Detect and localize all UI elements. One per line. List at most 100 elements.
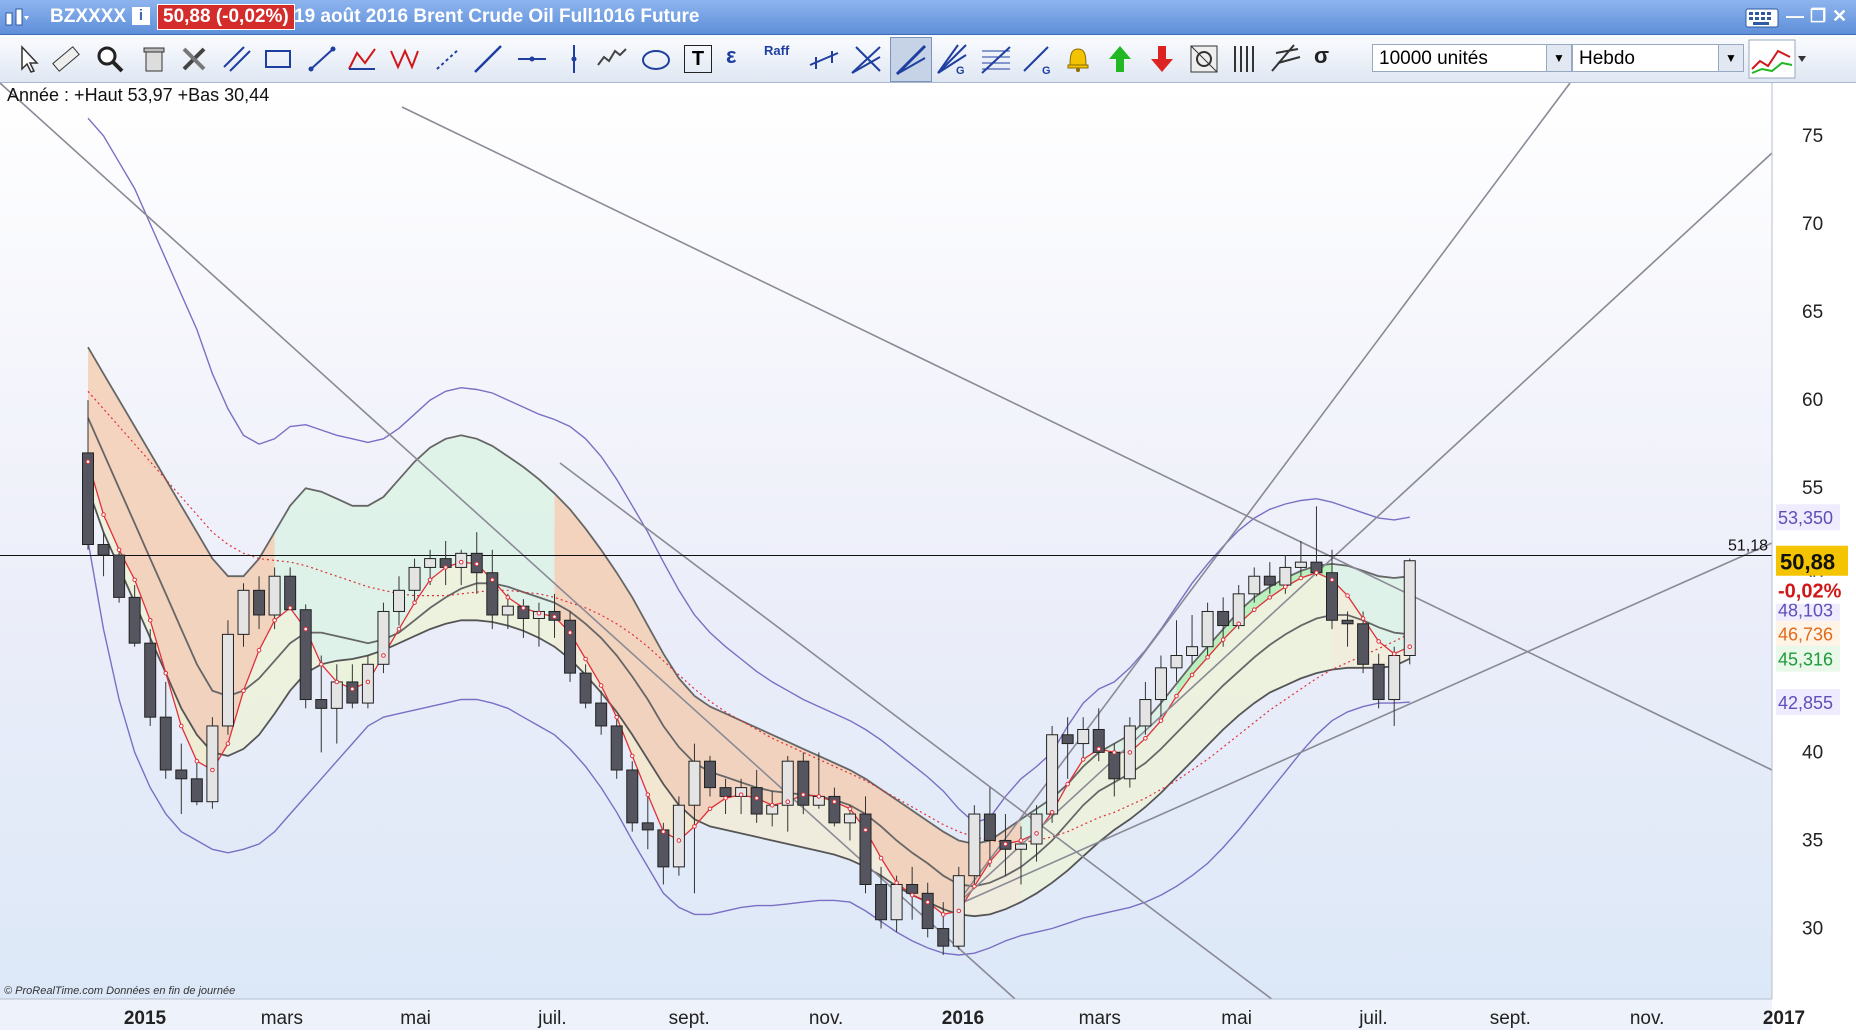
gann-angle-icon[interactable]: G (1022, 43, 1054, 75)
candle-body[interactable] (346, 681, 359, 704)
candle-body[interactable] (393, 589, 405, 612)
raff-channel-icon[interactable]: Raff (764, 43, 804, 75)
gann-grid-icon[interactable] (980, 43, 1012, 75)
andrews-pitchfork-icon[interactable] (1270, 43, 1302, 75)
candle-body[interactable] (82, 452, 94, 546)
measure-icon[interactable] (808, 43, 840, 75)
restore-icon[interactable]: ❐ (1810, 6, 1826, 27)
candle-body[interactable] (284, 575, 297, 611)
candle-body[interactable] (501, 605, 514, 616)
candle-body[interactable] (1201, 610, 1214, 648)
candle-body[interactable] (175, 769, 188, 780)
zigzag-icon[interactable] (346, 43, 378, 75)
minimize-icon[interactable]: — (1786, 6, 1804, 27)
fibonacci-fan-icon[interactable]: ε (726, 43, 758, 75)
candle-body[interactable] (1030, 813, 1043, 845)
candle-body[interactable] (657, 829, 670, 868)
candle-body[interactable] (1154, 667, 1167, 701)
candle-body[interactable] (983, 813, 996, 841)
candle-body[interactable] (797, 760, 810, 806)
candle-body[interactable] (1217, 610, 1230, 627)
candle-body[interactable] (1388, 655, 1401, 701)
candle-body[interactable] (315, 699, 328, 709)
candle-body[interactable] (1170, 655, 1183, 669)
candle-body[interactable] (875, 884, 888, 921)
candle-body[interactable] (408, 566, 421, 591)
candle-body[interactable] (268, 575, 281, 616)
parallel-lines-icon[interactable] (220, 43, 252, 75)
candle-body[interactable] (1015, 843, 1027, 850)
ruler-icon[interactable] (50, 43, 82, 75)
candle-body[interactable] (128, 596, 141, 644)
candle-body[interactable] (890, 884, 903, 921)
zoom-icon[interactable] (94, 43, 126, 75)
candle-body[interactable] (1186, 646, 1199, 657)
candle-body[interactable] (190, 778, 203, 803)
active-tool-highlight[interactable] (890, 37, 932, 82)
candle-body[interactable] (1357, 623, 1370, 665)
candle-body[interactable] (1077, 728, 1090, 745)
candle-body[interactable] (921, 892, 934, 930)
candle-body[interactable] (1263, 575, 1276, 586)
info-icon[interactable]: i (132, 7, 150, 25)
candle-body[interactable] (704, 760, 716, 789)
std-dev-channel-icon[interactable]: σ (1314, 43, 1346, 75)
alert-bell-icon[interactable] (1062, 43, 1094, 75)
candle-body[interactable] (1294, 561, 1307, 568)
trendline-icon[interactable] (472, 43, 504, 75)
candle-body[interactable] (968, 813, 981, 877)
candle-body[interactable] (1061, 734, 1074, 745)
chart-canvas[interactable]: 51,183035404550556065707553,35048,10346,… (0, 82, 1856, 1035)
buy-arrow-icon[interactable] (1104, 43, 1136, 75)
screener-icon[interactable] (1188, 43, 1220, 75)
candle-body[interactable] (221, 633, 234, 727)
candle-body[interactable] (641, 822, 654, 831)
candle-body[interactable] (595, 702, 608, 727)
candle-body[interactable] (1139, 699, 1152, 727)
candle-body[interactable] (144, 642, 157, 718)
candle-body[interactable] (906, 884, 919, 894)
candle-body[interactable] (299, 609, 312, 701)
candle-body[interactable] (859, 813, 872, 885)
candle-body[interactable] (564, 619, 577, 674)
candle-body[interactable] (781, 760, 794, 806)
candle-body[interactable] (672, 804, 685, 868)
candle-body[interactable] (843, 813, 856, 824)
candle-body[interactable] (330, 681, 343, 709)
pointer-icon[interactable] (12, 43, 44, 75)
candle-body[interactable] (424, 558, 437, 568)
candle-body[interactable] (1341, 619, 1354, 625)
price-chart[interactable]: 51,183035404550556065707553,35048,10346,… (0, 82, 1856, 1035)
tools-icon[interactable] (178, 43, 210, 75)
candle-body[interactable] (626, 769, 639, 824)
cycle-lines-icon[interactable] (1230, 43, 1262, 75)
period-select[interactable]: Hebdo ▼ (1572, 44, 1744, 72)
chevron-down-icon[interactable]: ▼ (1546, 45, 1571, 71)
rectangle-icon[interactable] (262, 43, 294, 75)
candle-body[interactable] (1372, 663, 1385, 701)
candle-body[interactable] (113, 554, 126, 598)
candle-body[interactable] (719, 787, 732, 797)
candle-body[interactable] (253, 589, 266, 616)
candle-body[interactable] (610, 725, 623, 771)
symbol-label[interactable]: BZXXXX (50, 6, 126, 28)
candle-body[interactable] (159, 716, 172, 771)
candle-body[interactable] (1046, 734, 1059, 815)
fan-icon[interactable] (850, 43, 882, 75)
ellipse-icon[interactable] (640, 43, 672, 75)
candle-body[interactable] (750, 787, 763, 815)
text-tool-icon[interactable]: T (684, 45, 712, 73)
candle-body[interactable] (579, 672, 592, 704)
candle-body[interactable] (97, 544, 110, 556)
candle-body[interactable] (1108, 751, 1121, 780)
pattern-icon[interactable] (388, 43, 420, 75)
segment-icon[interactable] (306, 43, 338, 75)
trash-icon[interactable] (138, 43, 170, 75)
candle-body[interactable] (1248, 575, 1261, 595)
close-icon[interactable]: ✕ (1832, 6, 1847, 27)
price-path-icon[interactable] (596, 43, 628, 75)
candle-body[interactable] (1279, 566, 1292, 586)
vertical-line-icon[interactable] (558, 43, 590, 75)
chart-type-icon[interactable] (4, 7, 30, 29)
candle-body[interactable] (237, 589, 250, 635)
